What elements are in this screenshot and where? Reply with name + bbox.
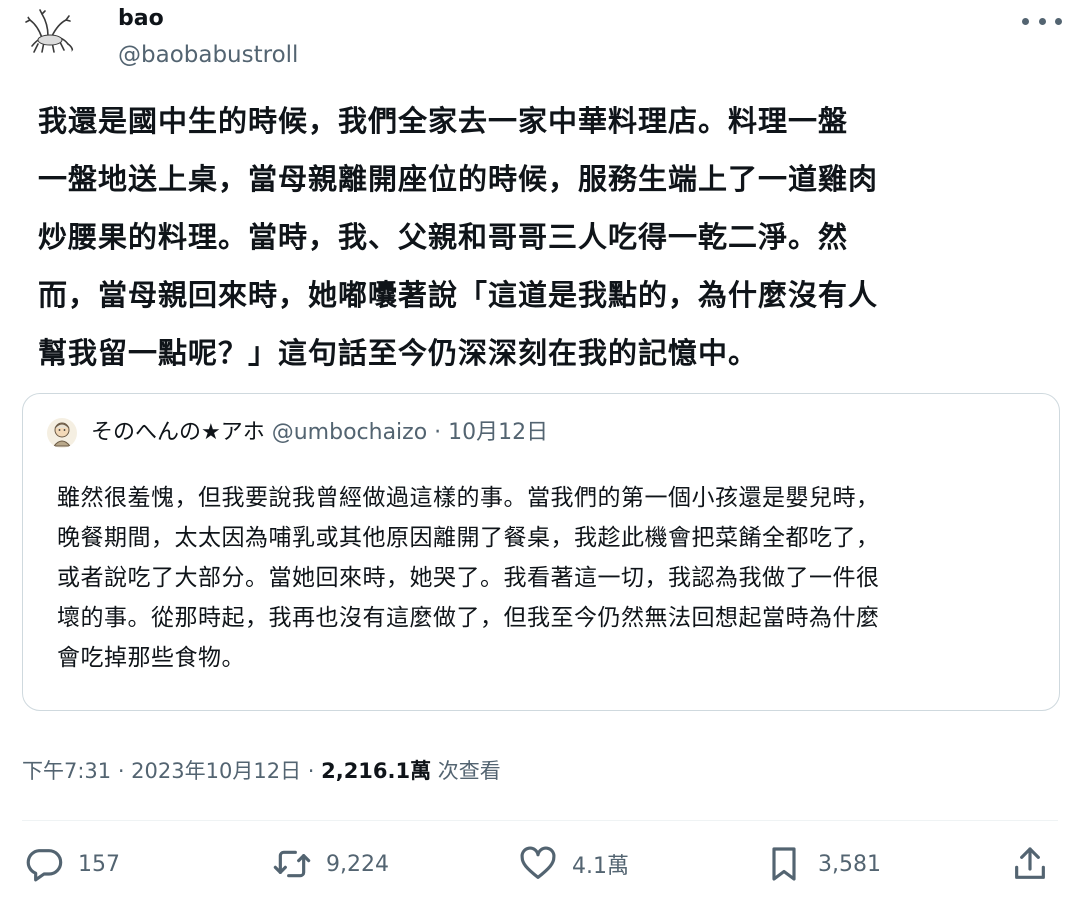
views-count: 2,216.1萬 [321, 759, 432, 783]
like-count: 4.1萬 [572, 854, 629, 879]
views-label: 次查看 [431, 759, 501, 783]
quoted-author-handle-date[interactable]: @umbochaizo · 10月12日 [272, 420, 548, 445]
quoted-tweet[interactable]: そのへんの★アホ @umbochaizo · 10月12日 雖然很羞愧，但我要說… [22, 393, 1060, 711]
quoted-author-name[interactable]: そのへんの★アホ [91, 420, 265, 445]
tweet-header: bao @baobabustroll [0, 0, 1080, 80]
tweet-meta: 下午7:31 · 2023年10月12日 · 2,216.1萬 次查看 [22, 756, 501, 786]
divider [22, 820, 1058, 821]
crayfish-avatar-icon [25, 9, 74, 55]
share-button[interactable] [1010, 838, 1050, 890]
retweet-count: 9,224 [326, 851, 389, 877]
author-name[interactable]: bao [118, 4, 164, 34]
tweet-timestamp[interactable]: 下午7:31 · 2023年10月12日 · [22, 759, 321, 783]
quoted-author-avatar[interactable] [47, 418, 77, 448]
reply-button[interactable]: 157 [24, 838, 120, 890]
share-icon [1015, 847, 1045, 879]
bookmark-button[interactable]: 3,581 [764, 838, 881, 890]
retweet-icon [273, 850, 311, 878]
like-button[interactable]: 4.1萬 [518, 838, 629, 890]
tweet-text: 我還是國中生的時候，我們全家去一家中華料理店。料理一盤 一盤地送上桌，當母親離開… [38, 104, 879, 370]
bookmark-count: 3,581 [818, 851, 881, 877]
reply-count: 157 [78, 851, 120, 877]
author-handle[interactable]: @baobabustroll [118, 40, 298, 70]
more-icon[interactable] [1022, 8, 1062, 34]
reply-icon [26, 849, 63, 882]
quoted-tweet-text: 雖然很羞愧，但我要說我曾經做過這樣的事。當我們的第一個小孩還是嬰兒時， 晚餐期間… [57, 485, 880, 671]
bookmark-icon [772, 847, 796, 881]
quoted-meta: そのへんの★アホ @umbochaizo · 10月12日 [91, 418, 548, 448]
caricature-avatar-icon [52, 422, 72, 447]
author-avatar[interactable] [22, 6, 78, 62]
action-bar: 157 9,224 4.1萬 3,581 [0, 838, 1080, 890]
like-icon [520, 846, 556, 879]
retweet-button[interactable]: 9,224 [272, 838, 389, 890]
